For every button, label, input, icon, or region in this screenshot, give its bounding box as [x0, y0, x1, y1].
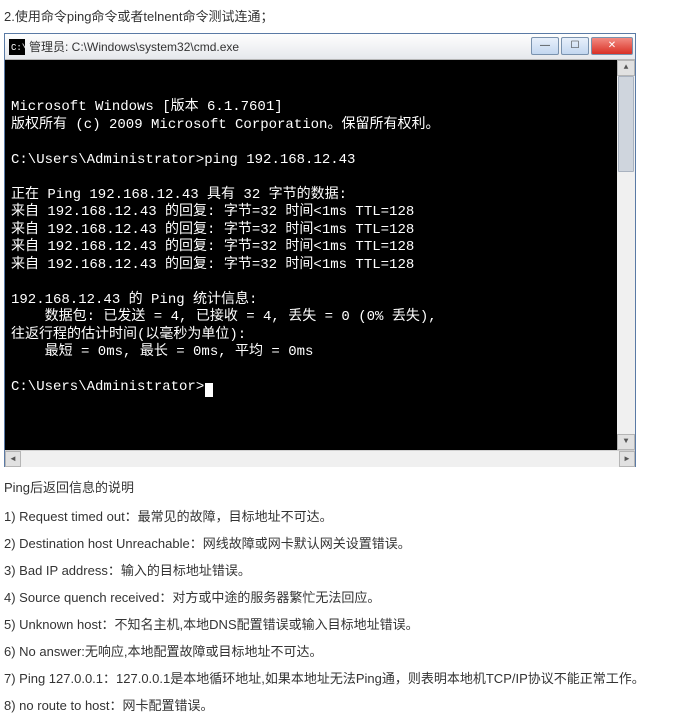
- terminal-line: C:\Users\Administrator>ping 192.168.12.4…: [11, 152, 611, 170]
- close-button[interactable]: ✕: [591, 37, 633, 55]
- note-item: 8) no route to host：网卡配置错误。: [4, 695, 669, 714]
- terminal-line: [11, 362, 611, 380]
- terminal-line: [11, 169, 611, 187]
- terminal-line: 最短 = 0ms, 最长 = 0ms, 平均 = 0ms: [11, 344, 611, 362]
- window-title: 管理员: C:\Windows\system32\cmd.exe: [29, 38, 531, 55]
- minimize-button[interactable]: —: [531, 37, 559, 55]
- terminal-line: Microsoft Windows [版本 6.1.7601]: [11, 99, 611, 117]
- instruction-text: 2.使用命令ping命令或者telnent命令测试连通；: [4, 4, 673, 27]
- terminal-line: 192.168.12.43 的 Ping 统计信息:: [11, 292, 611, 310]
- notes-list: 1) Request timed out：最常见的故障，目标地址不可达。 2) D…: [4, 506, 669, 714]
- scroll-left-arrow-icon[interactable]: ◄: [5, 451, 21, 467]
- terminal-line: 正在 Ping 192.168.12.43 具有 32 字节的数据:: [11, 187, 611, 205]
- scroll-up-arrow-icon[interactable]: ▲: [617, 60, 635, 76]
- scroll-track-h[interactable]: [21, 451, 619, 467]
- notes-heading: Ping后返回信息的说明: [4, 475, 673, 498]
- terminal-line: 来自 192.168.12.43 的回复: 字节=32 时间<1ms TTL=1…: [11, 204, 611, 222]
- maximize-icon: ☐: [571, 40, 580, 51]
- cmd-icon: C:\: [9, 39, 25, 55]
- scroll-down-arrow-icon[interactable]: ▼: [617, 434, 635, 450]
- terminal-line: [11, 274, 611, 292]
- cursor-icon: [205, 383, 213, 397]
- terminal-line: 来自 192.168.12.43 的回复: 字节=32 时间<1ms TTL=1…: [11, 257, 611, 275]
- note-item: 3) Bad IP address：输入的目标地址错误。: [4, 560, 669, 579]
- titlebar[interactable]: C:\ 管理员: C:\Windows\system32\cmd.exe — ☐…: [5, 34, 635, 60]
- terminal-line: 来自 192.168.12.43 的回复: 字节=32 时间<1ms TTL=1…: [11, 239, 611, 257]
- note-item: 6) No answer:无响应,本地配置故障或目标地址不可达。: [4, 641, 669, 660]
- svg-text:C:\: C:\: [11, 43, 25, 53]
- note-item: 7) Ping 127.0.0.1：127.0.0.1是本地循环地址,如果本地址…: [4, 668, 669, 687]
- terminal-line: [11, 134, 611, 152]
- close-icon: ✕: [608, 40, 616, 51]
- minimize-icon: —: [540, 40, 550, 51]
- terminal-line: 数据包: 已发送 = 4, 已接收 = 4, 丢失 = 0 (0% 丢失),: [11, 309, 611, 327]
- terminal-line: C:\Users\Administrator>: [11, 379, 611, 397]
- note-item: 4) Source quench received：对方或中途的服务器繁忙无法回…: [4, 587, 669, 606]
- scroll-right-arrow-icon[interactable]: ►: [619, 451, 635, 467]
- cmd-window: C:\ 管理员: C:\Windows\system32\cmd.exe — ☐…: [4, 33, 636, 467]
- note-item: 2) Destination host Unreachable：网线故障或网卡默…: [4, 533, 669, 552]
- terminal-line: 往返行程的估计时间(以毫秒为单位):: [11, 327, 611, 345]
- terminal-line: 版权所有 (c) 2009 Microsoft Corporation。保留所有…: [11, 117, 611, 135]
- scroll-track[interactable]: [617, 76, 635, 434]
- note-item: 1) Request timed out：最常见的故障，目标地址不可达。: [4, 506, 669, 525]
- terminal-line: 来自 192.168.12.43 的回复: 字节=32 时间<1ms TTL=1…: [11, 222, 611, 240]
- terminal-output[interactable]: Microsoft Windows [版本 6.1.7601]版权所有 (c) …: [5, 60, 635, 450]
- window-controls: — ☐ ✕: [531, 37, 633, 57]
- maximize-button[interactable]: ☐: [561, 37, 589, 55]
- scroll-thumb[interactable]: [618, 76, 634, 172]
- horizontal-scrollbar[interactable]: ◄ ►: [5, 450, 635, 466]
- vertical-scrollbar[interactable]: ▲ ▼: [617, 60, 635, 450]
- note-item: 5) Unknown host：不知名主机,本地DNS配置错误或输入目标地址错误…: [4, 614, 669, 633]
